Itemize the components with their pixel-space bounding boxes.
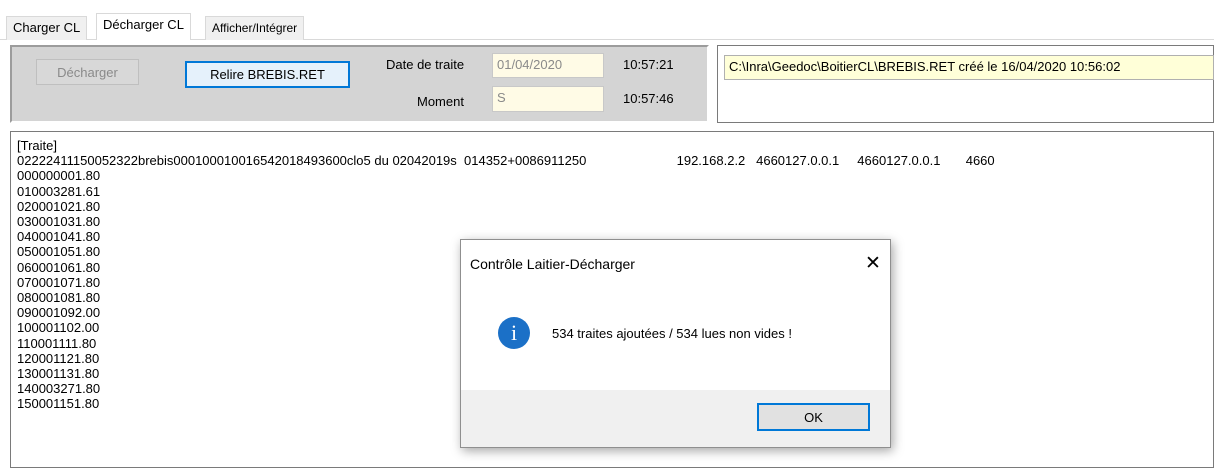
info-icon: i xyxy=(498,317,530,349)
time-1: 10:57:21 xyxy=(623,57,674,72)
time-2: 10:57:46 xyxy=(623,91,674,106)
close-icon[interactable]: ✕ xyxy=(856,248,890,280)
tab-afficher-integrer[interactable]: Afficher/Intégrer xyxy=(205,16,305,40)
log-line: 000000001.80 xyxy=(17,168,101,184)
tab-decharger-cl[interactable]: Décharger CL xyxy=(96,13,191,40)
log-line: 030001031.80 xyxy=(17,214,101,230)
tab-charger-cl[interactable]: Charger CL xyxy=(6,16,88,40)
moment-label: Moment xyxy=(417,94,464,109)
ok-button[interactable]: OK xyxy=(757,403,870,431)
dialog-title: Contrôle Laitier-Décharger xyxy=(461,240,890,288)
log-line: 02222411150052322brebis00010001001654201… xyxy=(17,153,995,169)
log-line: 010003281.61 xyxy=(17,183,101,199)
decharger-button[interactable]: Décharger xyxy=(36,59,139,85)
message-dialog: Contrôle Laitier-Décharger ✕ i 534 trait… xyxy=(460,239,891,448)
moment-field[interactable]: S xyxy=(492,86,604,112)
date-traite-field[interactable]: 01/04/2020 xyxy=(492,53,604,78)
dialog-message: 534 traites ajoutées / 534 lues non vide… xyxy=(552,326,792,341)
log-line: 020001021.80 xyxy=(17,198,101,214)
file-status-field[interactable]: C:\Inra\Geedoc\BoitierCL\BREBIS.RET créé… xyxy=(724,55,1214,80)
log-line: [Traite] xyxy=(17,138,57,153)
relire-brebis-button[interactable]: Relire BREBIS.RET xyxy=(185,61,350,88)
date-traite-label: Date de traite xyxy=(386,57,465,72)
